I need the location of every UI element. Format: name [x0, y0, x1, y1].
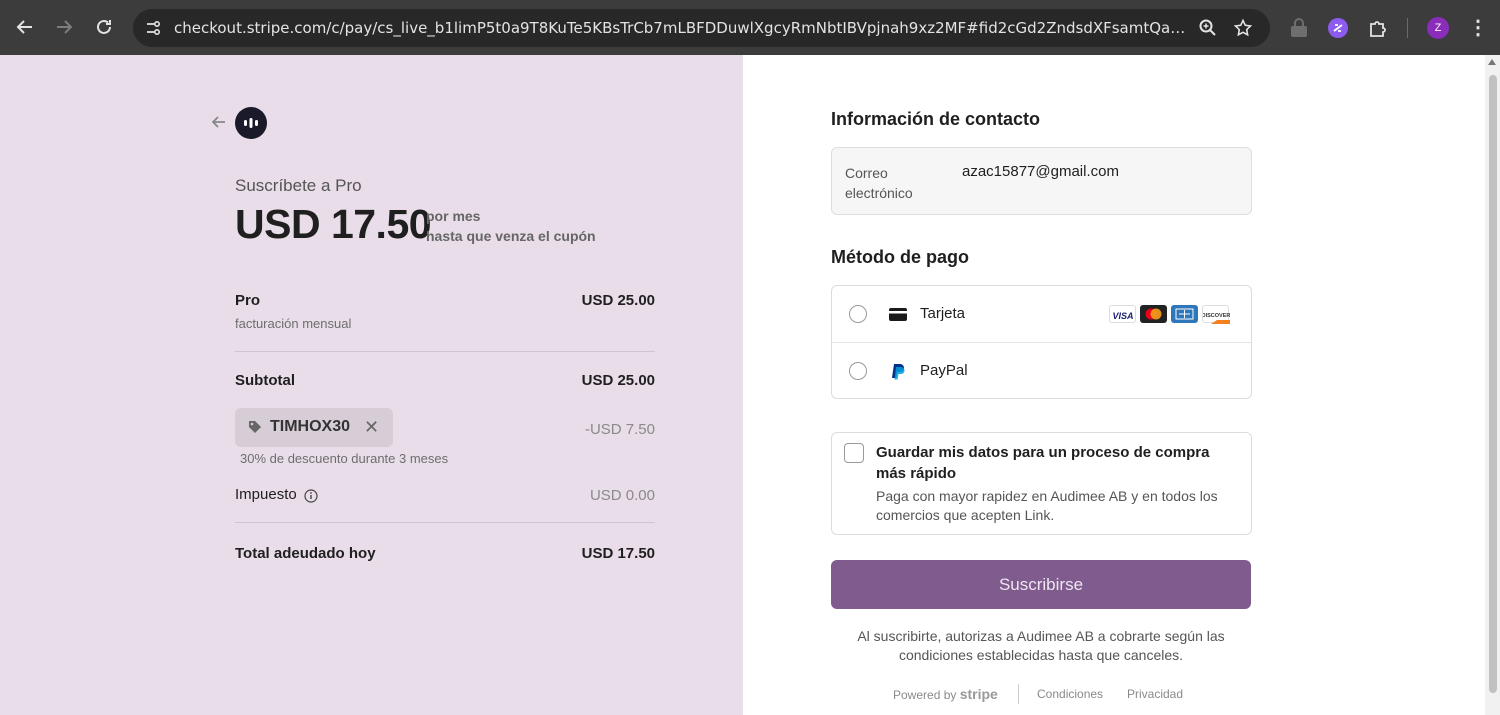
amex-icon [1171, 305, 1198, 323]
profile-avatar[interactable]: Z [1427, 17, 1449, 39]
email-label: Correo electrónico [845, 165, 913, 201]
footer: Powered by stripe Condiciones Privacidad [831, 684, 1251, 704]
contact-heading: Información de contacto [831, 109, 1041, 129]
stripe-wordmark: stripe [959, 686, 998, 702]
tax-value: USD 0.00 [589, 487, 655, 504]
browser-toolbar: checkout.stripe.com/c/pay/cs_live_b1limP… [0, 0, 1500, 55]
toolbar-divider [1407, 18, 1408, 38]
divider [235, 351, 655, 352]
card-radio[interactable] [849, 305, 867, 323]
price-period-line1: por mes [426, 208, 481, 224]
payment-panel: Información de contacto Correo electróni… [743, 55, 1485, 715]
card-label: Tarjeta [920, 305, 966, 322]
link-save-info[interactable]: Guardar mis datos para un proceso de com… [831, 432, 1252, 535]
price-period-line2: hasta que venza el cupón [426, 228, 596, 244]
powered-by-label: Powered by [893, 688, 957, 702]
total-value: USD 17.50 [581, 545, 655, 562]
svg-text:VISA: VISA [1112, 311, 1133, 321]
email-field[interactable]: Correo electrónico azac15877@gmail.com [831, 147, 1252, 215]
item-name: Pro [235, 292, 261, 309]
terms-text: Al suscribirte, autorizas a Audimee AB a… [857, 628, 1225, 663]
discover-icon: DISCOVER [1202, 305, 1230, 324]
zoom-icon[interactable] [1198, 18, 1218, 38]
scroll-up-icon[interactable] [1488, 59, 1496, 65]
menu-kebab-icon[interactable]: ⋮ [1468, 17, 1488, 39]
item-price: USD 25.00 [581, 292, 655, 309]
mastercard-icon [1140, 305, 1167, 323]
subscribe-button[interactable]: Suscribirse [831, 560, 1251, 609]
privacy-link[interactable]: Privacidad [1127, 687, 1183, 701]
email-value[interactable]: azac15877@gmail.com [962, 163, 1119, 180]
paypal-radio[interactable] [849, 362, 867, 380]
item-billing: facturación mensual [235, 316, 352, 331]
paypal-icon [889, 363, 907, 380]
product-subtitle: Suscríbete a Pro [235, 176, 362, 195]
back-icon[interactable] [12, 14, 38, 40]
footer-divider [1018, 684, 1019, 704]
credit-card-icon [889, 306, 907, 322]
payment-methods: Tarjeta VISA DISCOVER PayPal [831, 285, 1252, 399]
tax-label: Impuesto [235, 486, 297, 503]
save-info-title: Guardar mis datos para un proceso de com… [876, 444, 1210, 482]
address-bar[interactable]: checkout.stripe.com/c/pay/cs_live_b1limP… [133, 9, 1270, 47]
info-icon[interactable] [304, 489, 318, 503]
divider [235, 522, 655, 523]
site-info-icon[interactable] [143, 18, 163, 38]
coupon-description: 30% de descuento durante 3 meses [240, 451, 449, 466]
total-label: Total adeudado hoy [235, 545, 376, 562]
reload-icon[interactable] [91, 14, 117, 40]
payment-option-paypal[interactable]: PayPal [832, 342, 1251, 398]
powered-by-stripe[interactable]: Powered by stripe [893, 686, 998, 702]
star-icon[interactable] [1233, 18, 1253, 38]
terms-link[interactable]: Condiciones [1037, 687, 1103, 701]
extension-purple-icon[interactable] [1327, 17, 1349, 39]
page-scrollbar[interactable] [1485, 55, 1500, 715]
payment-method-heading: Método de pago [831, 247, 969, 267]
tag-icon [248, 420, 262, 434]
forward-icon[interactable] [51, 14, 77, 40]
coupon-code: TIMHOX30 [270, 418, 351, 435]
price-period: por mes hasta que venza el cupón [426, 206, 596, 246]
subtotal-label: Subtotal [235, 372, 295, 389]
merchant-logo [235, 107, 267, 139]
save-info-checkbox[interactable] [844, 443, 864, 463]
lock-extension-icon[interactable] [1288, 17, 1310, 39]
paypal-label: PayPal [920, 362, 968, 379]
payment-option-card[interactable]: Tarjeta VISA DISCOVER [832, 286, 1251, 342]
url-text[interactable]: checkout.stripe.com/c/pay/cs_live_b1limP… [174, 19, 1186, 37]
back-arrow-icon[interactable] [209, 112, 229, 132]
save-info-description: Paga con mayor rapidez en Audimee AB y e… [876, 488, 1218, 523]
coupon-discount: -USD 7.50 [584, 421, 655, 438]
svg-text:DISCOVER: DISCOVER [1203, 313, 1230, 319]
order-summary-panel: Suscríbete a Pro USD 17.50 por mes hasta… [0, 55, 743, 715]
visa-icon: VISA [1109, 305, 1136, 323]
subtotal-value: USD 25.00 [581, 372, 655, 389]
price-amount: USD 17.50 [235, 201, 432, 247]
scroll-thumb[interactable] [1489, 75, 1497, 693]
coupon-chip: TIMHOX30 ✕ [235, 408, 393, 447]
extensions-puzzle-icon[interactable] [1367, 17, 1389, 39]
remove-coupon-icon[interactable]: ✕ [364, 416, 379, 438]
